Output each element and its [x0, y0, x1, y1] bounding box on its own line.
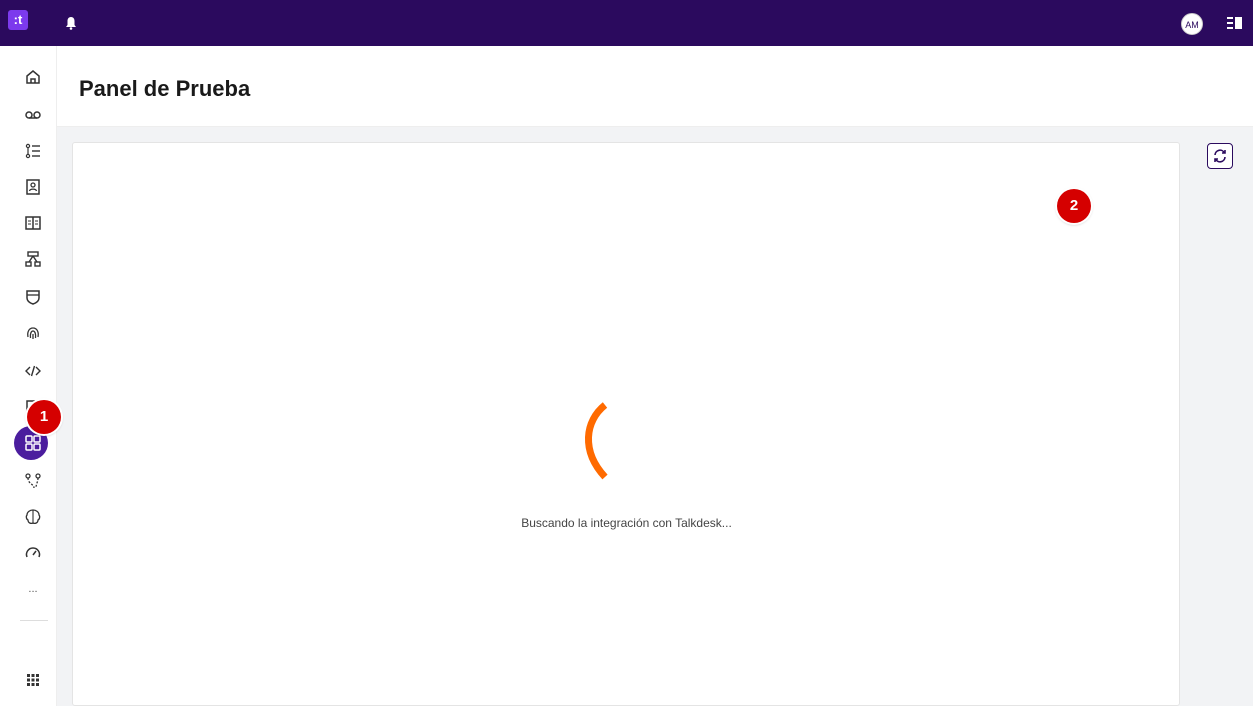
- gauge-icon[interactable]: [22, 542, 44, 564]
- book-icon[interactable]: [22, 212, 44, 234]
- step-marker-2: 2: [1057, 189, 1091, 223]
- page-header: Panel de Prueba: [57, 46, 1253, 127]
- refresh-icon: [1214, 149, 1226, 163]
- home-icon[interactable]: [22, 66, 44, 88]
- sidebar: ...: [12, 46, 57, 706]
- voicemail-icon[interactable]: [22, 104, 44, 126]
- loading-spinner: [585, 402, 608, 480]
- top-bar: :t AM: [0, 0, 1253, 46]
- brain-icon[interactable]: [22, 506, 44, 528]
- sidebar-divider: [20, 620, 48, 621]
- contacts-icon[interactable]: [22, 176, 44, 198]
- dashboard-icon[interactable]: [22, 432, 44, 454]
- list-icon[interactable]: [22, 140, 44, 162]
- refresh-button[interactable]: [1207, 143, 1233, 169]
- shield-icon[interactable]: [22, 286, 44, 308]
- bell-icon[interactable]: [65, 16, 77, 30]
- loading-text: Buscando la integración con Talkdesk...: [521, 516, 732, 530]
- app-logo[interactable]: :t: [8, 10, 28, 30]
- code-icon[interactable]: [22, 360, 44, 382]
- apps-grid-icon[interactable]: [22, 668, 44, 690]
- flow-icon[interactable]: [22, 248, 44, 270]
- page-title: Panel de Prueba: [79, 76, 251, 101]
- fingerprint-icon[interactable]: [22, 322, 44, 344]
- avatar[interactable]: AM: [1181, 13, 1203, 35]
- dashboard-card: [72, 142, 1180, 706]
- panel-toggle-icon[interactable]: [1227, 16, 1243, 30]
- step-marker-1: 1: [27, 400, 61, 434]
- more-icon[interactable]: ...: [22, 578, 44, 600]
- routing-icon[interactable]: [22, 470, 44, 492]
